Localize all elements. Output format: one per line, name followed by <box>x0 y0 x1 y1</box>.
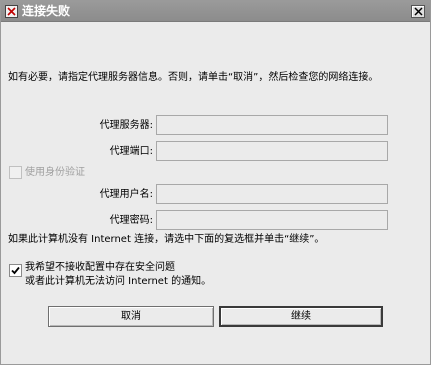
opt-out-label-line1: 我希望不接收配置中存在安全问题 <box>25 262 175 273</box>
use-auth-label: 使用身份验证 <box>25 167 85 178</box>
warning-shield-icon <box>5 5 18 18</box>
continue-button[interactable]: 继续 <box>219 306 383 327</box>
proxy-username-input[interactable] <box>156 184 388 204</box>
title-bar: 连接失败 <box>1 1 430 22</box>
opt-out-label-line2: 或者此计算机无法访问 Internet 的通知。 <box>25 276 212 287</box>
proxy-password-label: 代理密码: <box>109 215 153 226</box>
proxy-password-input[interactable] <box>156 210 388 230</box>
proxy-server-label: 代理服务器: <box>99 120 153 131</box>
offline-note: 如果此计算机没有 Internet 连接，请选中下面的复选框并单击“继续”。 <box>8 234 325 245</box>
use-auth-checkbox[interactable] <box>9 166 22 179</box>
proxy-port-input[interactable] <box>156 141 388 161</box>
cancel-button[interactable]: 取消 <box>48 306 214 327</box>
opt-out-checkbox[interactable] <box>9 264 22 277</box>
connection-failed-dialog: 连接失败 如有必要，请指定代理服务器信息。否则，请单击“取消”，然后检查您的网络… <box>0 0 431 365</box>
proxy-port-label: 代理端口: <box>109 146 153 157</box>
close-button[interactable] <box>411 5 425 18</box>
window-title: 连接失败 <box>22 4 71 18</box>
proxy-username-label: 代理用户名: <box>99 189 153 200</box>
intro-message: 如有必要，请指定代理服务器信息。否则，请单击“取消”，然后检查您的网络连接。 <box>8 72 379 83</box>
close-icon <box>414 7 423 16</box>
checkmark-icon <box>11 266 20 275</box>
proxy-server-input[interactable] <box>156 115 388 135</box>
